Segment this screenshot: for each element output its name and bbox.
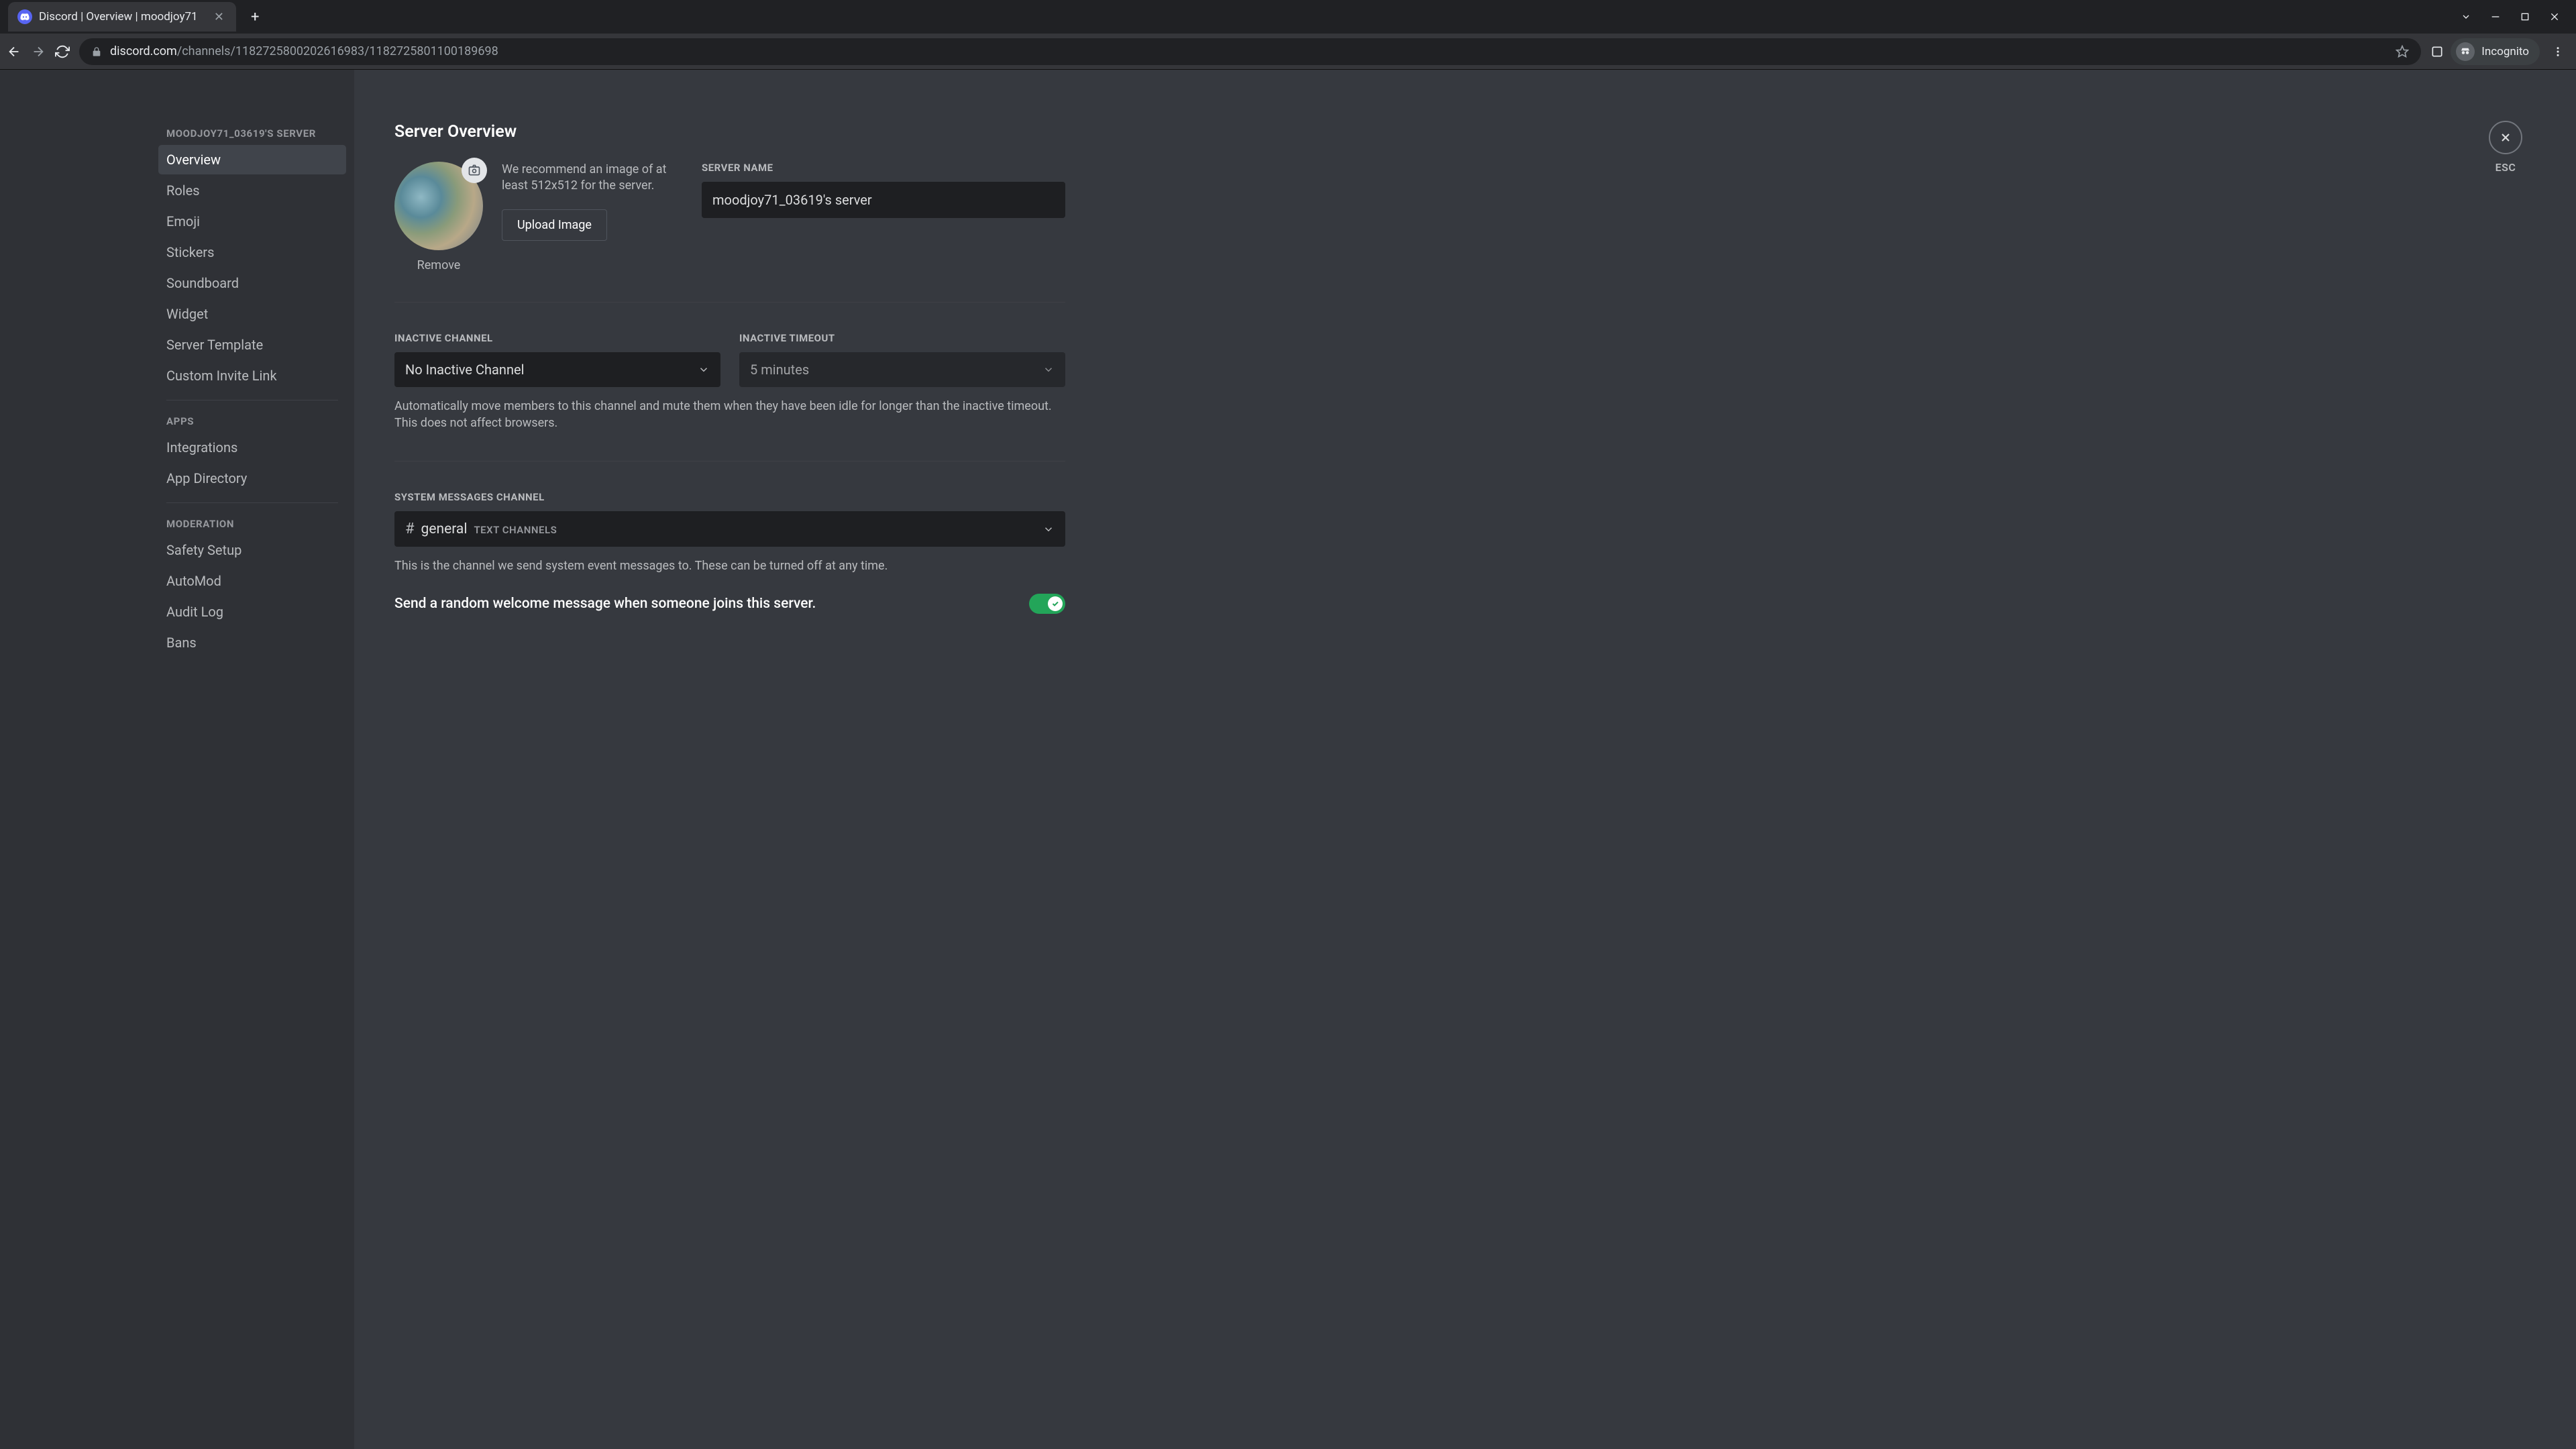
incognito-icon [2456,42,2475,61]
incognito-badge[interactable]: Incognito [2451,38,2540,65]
divider [394,302,1065,303]
server-icon[interactable] [394,162,483,250]
server-name-label: SERVER NAME [702,162,1065,174]
sidebar-item-overview[interactable]: Overview [158,145,346,174]
settings-content: ESC Server Overview Remove We recommend … [354,70,2576,1449]
sidebar-item-custom-invite-link[interactable]: Custom Invite Link [158,361,346,390]
divider [394,461,1065,462]
window-minimize-icon[interactable] [2490,11,2501,22]
window-dropdown-icon[interactable] [2461,11,2471,22]
inactive-channel-value: No Inactive Channel [405,362,524,378]
nav-bar: discord.com/channels/1182725800202616983… [0,34,2576,70]
forward-button[interactable] [31,44,46,59]
welcome-toggle[interactable] [1029,594,1065,614]
tab-strip: Discord | Overview | moodjoy71 ✕ + [0,0,2576,34]
system-channel-select[interactable]: # general TEXT CHANNELS [394,511,1065,547]
sidebar-item-safety-setup[interactable]: Safety Setup [158,535,346,565]
sidebar-item-integrations[interactable]: Integrations [158,433,346,462]
sidebar-item-soundboard[interactable]: Soundboard [158,268,346,298]
sidebar-item-widget[interactable]: Widget [158,299,346,329]
sidebar-item-server-template[interactable]: Server Template [158,330,346,360]
extensions-icon[interactable] [2430,45,2444,58]
sidebar-item-app-directory[interactable]: App Directory [158,464,346,493]
hash-icon: # [405,521,415,537]
system-channel-help-text: This is the channel we send system event… [394,557,1065,574]
sidebar-item-roles[interactable]: Roles [158,176,346,205]
server-name-input[interactable] [702,182,1065,218]
inactive-channel-label: INACTIVE CHANNEL [394,332,720,344]
url-text: discord.com/channels/1182725800202616983… [110,44,498,58]
tab-title: Discord | Overview | moodjoy71 [39,10,205,23]
sidebar-item-audit-log[interactable]: Audit Log [158,597,346,627]
new-tab-button[interactable]: + [246,6,264,28]
discord-favicon [17,9,32,24]
close-label: ESC [2496,161,2516,174]
inactive-timeout-value: 5 minutes [750,362,809,378]
chevron-down-icon [1042,364,1055,376]
page-title: Server Overview [394,122,1065,142]
window-close-icon[interactable] [2549,11,2560,22]
sidebar-item-emoji[interactable]: Emoji [158,207,346,236]
upload-image-icon[interactable] [462,158,487,183]
icon-recommendation-text: We recommend an image of at least 512x51… [502,162,683,195]
remove-icon-link[interactable]: Remove [417,258,461,272]
sidebar-server-heading: MOODJOY71_03619'S SERVER [158,122,346,145]
chevron-down-icon [1042,523,1055,535]
system-channel-name: general [421,521,468,537]
settings-sidebar: MOODJOY71_03619'S SERVER Overview Roles … [0,70,354,1449]
reload-button[interactable] [55,44,70,59]
inactive-help-text: Automatically move members to this chann… [394,398,1065,431]
sidebar-item-automod[interactable]: AutoMod [158,566,346,596]
address-bar[interactable]: discord.com/channels/1182725800202616983… [79,38,2421,65]
close-settings-button[interactable] [2489,121,2522,154]
sidebar-item-stickers[interactable]: Stickers [158,237,346,267]
toggle-knob [1048,596,1063,611]
incognito-label: Incognito [2481,45,2529,58]
back-button[interactable] [7,44,21,59]
tab-close-icon[interactable]: ✕ [211,9,227,25]
system-channel-label: SYSTEM MESSAGES CHANNEL [394,491,1065,503]
browser-menu-icon[interactable] [2546,43,2569,60]
system-channel-category: TEXT CHANNELS [474,524,557,536]
sidebar-divider [166,502,338,503]
lock-icon [91,46,102,57]
inactive-timeout-select: 5 minutes [739,352,1065,387]
inactive-timeout-label: INACTIVE TIMEOUT [739,332,1065,344]
bookmark-star-icon[interactable] [2396,45,2409,58]
window-maximize-icon[interactable] [2520,11,2530,22]
sidebar-item-bans[interactable]: Bans [158,628,346,657]
upload-image-button[interactable]: Upload Image [502,209,607,241]
browser-tab[interactable]: Discord | Overview | moodjoy71 ✕ [8,2,236,32]
sidebar-apps-heading: APPS [158,410,346,433]
inactive-channel-select[interactable]: No Inactive Channel [394,352,720,387]
chevron-down-icon [698,364,710,376]
sidebar-moderation-heading: MODERATION [158,513,346,535]
welcome-toggle-label: Send a random welcome message when someo… [394,596,816,612]
